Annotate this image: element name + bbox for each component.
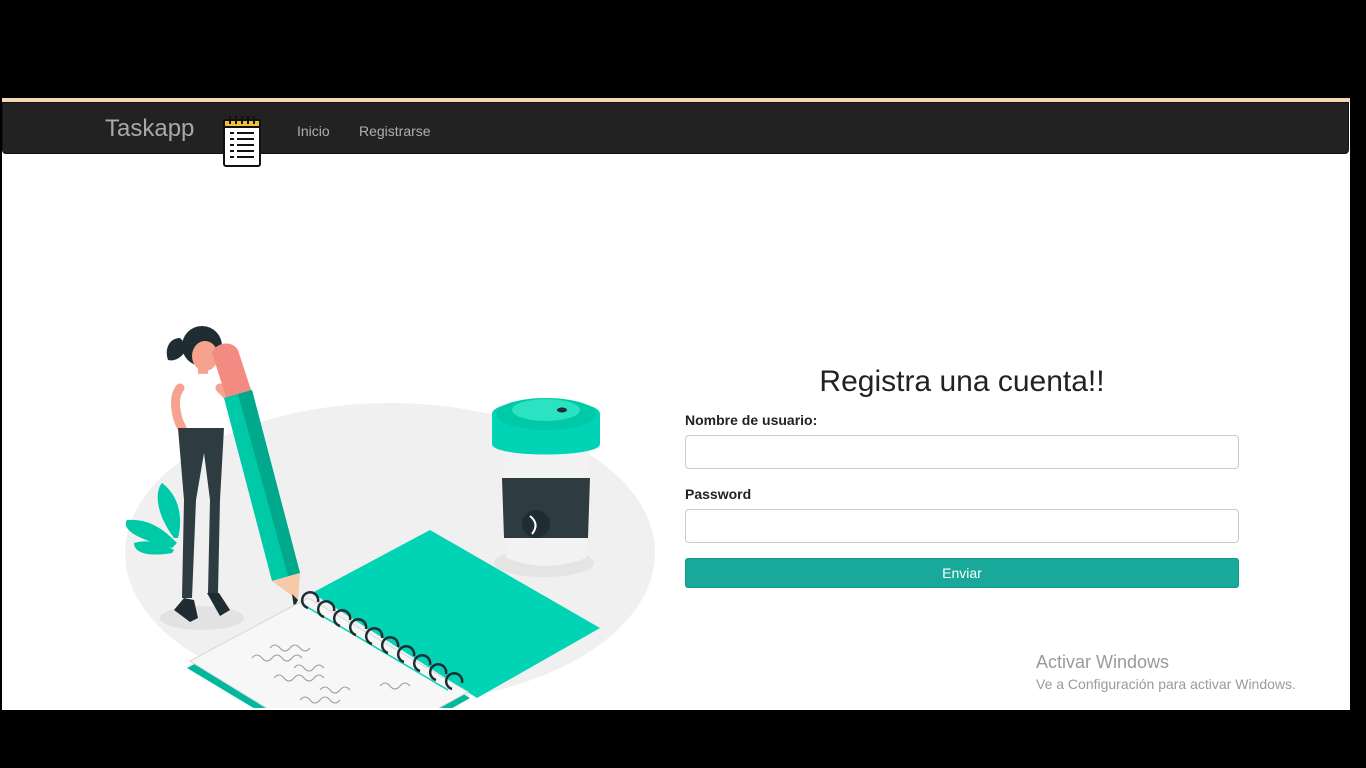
form-title: Registra una cuenta!! — [819, 365, 1105, 398]
watermark-subtitle: Ve a Configuración para activar Windows. — [1036, 676, 1296, 692]
page-content: Taskapp Inicio Registrarse Registra una … — [2, 98, 1350, 710]
username-input[interactable] — [685, 435, 1239, 469]
submit-button[interactable]: Enviar — [685, 558, 1239, 588]
password-input[interactable] — [685, 509, 1239, 543]
notepad-icon — [223, 116, 261, 167]
navbar: Taskapp Inicio Registrarse — [2, 102, 1349, 154]
username-label: Nombre de usuario: — [685, 412, 818, 428]
nav-link-registrarse[interactable]: Registrarse — [359, 123, 431, 139]
password-label: Password — [685, 486, 752, 502]
nav-link-inicio[interactable]: Inicio — [297, 123, 330, 139]
watermark-title: Activar Windows — [1036, 652, 1170, 672]
coffee-cup-icon — [492, 398, 600, 577]
hero-illustration — [125, 326, 655, 708]
brand-title[interactable]: Taskapp — [105, 117, 194, 141]
windows-activation-watermark: Activar Windows Ve a Configuración para … — [1036, 652, 1296, 692]
